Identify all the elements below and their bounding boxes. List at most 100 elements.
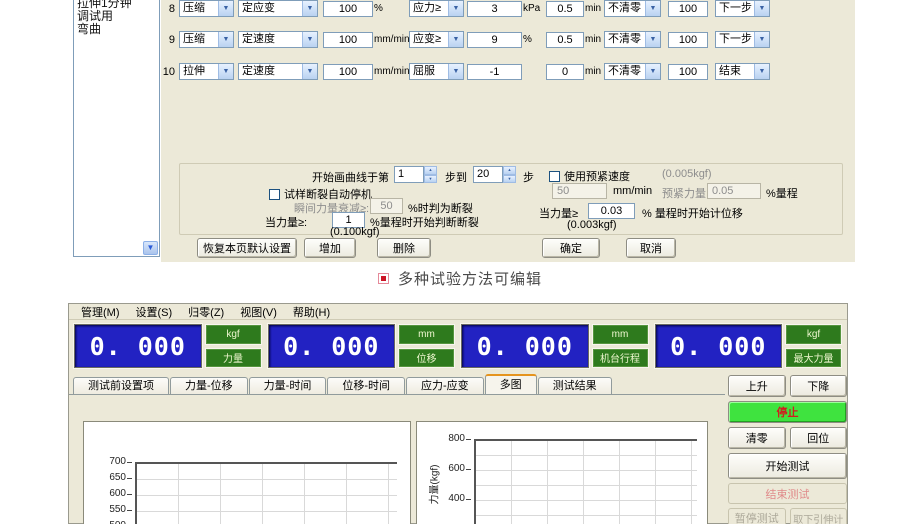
hold-time-input[interactable]: 0.5 [546, 1, 584, 17]
chart-panel-right: 力量(kgf) 800 600 400 [416, 421, 708, 524]
up-button[interactable]: 上升 [728, 375, 786, 397]
next-step-dropdown[interactable]: 结束▼ [715, 63, 770, 80]
control-dropdown[interactable]: 定速度▼ [238, 31, 318, 48]
hold-time-input[interactable]: 0 [546, 64, 584, 80]
scroll-down-arrow-icon[interactable]: ▼ [143, 241, 158, 255]
lcd-display: 0. 000 [655, 324, 783, 368]
chevron-down-icon: ▼ [302, 64, 317, 79]
range-input[interactable]: 100 [668, 32, 708, 48]
display-force: 0. 000 kgf 力量 [74, 324, 262, 368]
hold-unit-label: min [584, 3, 604, 14]
plot-area [135, 462, 397, 524]
tab-force-time[interactable]: 力量-时间 [249, 377, 327, 394]
tab-stress-strain[interactable]: 应力-应变 [406, 377, 484, 394]
clear-dropdown[interactable]: 不清零▼ [604, 31, 661, 48]
preload-force-unit-label: %量程 [766, 185, 798, 201]
menu-item-manage[interactable]: 管理(M) [73, 304, 128, 320]
unit-badge: kgf [785, 324, 842, 345]
method-listbox[interactable]: 拉伸1分钟 调试用 弯曲 ▼ [73, 0, 160, 257]
curve-from-spinner[interactable]: 1 ▲▼ [394, 166, 437, 183]
hold-unit-label: min [584, 66, 604, 77]
condition-dropdown[interactable]: 应力≥▼ [409, 0, 464, 17]
lcd-display: 0. 000 [461, 324, 589, 368]
page: 拉伸1分钟 调试用 弯曲 ▼ 8 压缩▼ 定应变▼ 100 % 应力≥▼ 3 k… [0, 0, 920, 524]
restore-defaults-button[interactable]: 恢复本页默认设置 [197, 238, 297, 258]
disp-start-input[interactable]: 0.03 [588, 203, 635, 219]
condition-dropdown[interactable]: 屈服▼ [409, 63, 464, 80]
options-groupbox: 开始画曲线于第 1 ▲▼ 步到 20 ▲▼ 步 试样断裂自动停机 瞬间力量衰减≥… [179, 163, 843, 235]
condition-value-input[interactable]: 9 [467, 32, 522, 48]
speed-input[interactable]: 100 [323, 64, 373, 80]
hold-time-input[interactable]: 0.5 [546, 32, 584, 48]
preload-force-input[interactable]: 0.05 [707, 183, 761, 199]
spinner-arrows-icon[interactable]: ▲▼ [424, 166, 437, 183]
ok-button[interactable]: 确定 [542, 238, 600, 258]
speed-input[interactable]: 100 [323, 32, 373, 48]
condition-value-input[interactable]: 3 [467, 1, 522, 17]
disp-start-suffix-label: % 量程时开始计位移 [642, 205, 743, 221]
condition-dropdown[interactable]: 应变≥▼ [409, 31, 464, 48]
display-max-force: 0. 000 kgf 最大力量 [655, 324, 843, 368]
zero-button[interactable]: 清零 [728, 427, 786, 449]
menu-item-settings[interactable]: 设置(S) [128, 304, 181, 320]
tab-test-results[interactable]: 测试结果 [538, 377, 612, 394]
cancel-button[interactable]: 取消 [626, 238, 676, 258]
display-row: 0. 000 kgf 力量 0. 000 mm 位移 0. 000 mm 机台行… [69, 320, 847, 371]
next-step-dropdown[interactable]: 下一步▼ [715, 31, 770, 48]
curve-step-label: 步 [523, 169, 534, 185]
label-badge: 位移 [398, 348, 455, 369]
preload-note: (0.005kgf) [662, 168, 712, 180]
curve-to-spinner[interactable]: 20 ▲▼ [473, 166, 516, 183]
monitor-window: 管理(M) 设置(S) 归零(Z) 视图(V) 帮助(H) 0. 000 kgf… [68, 303, 848, 524]
chevron-down-icon: ▼ [754, 64, 769, 79]
delete-button[interactable]: 删除 [377, 238, 431, 258]
stop-button[interactable]: 停止 [728, 401, 847, 423]
chevron-down-icon: ▼ [448, 64, 463, 79]
speed-unit-label: mm/min [373, 34, 409, 45]
menu-item-view[interactable]: 视图(V) [232, 304, 285, 320]
menu-item-zero[interactable]: 归零(Z) [180, 304, 232, 320]
pause-test-button[interactable]: 暂停测试 [728, 508, 786, 524]
add-button[interactable]: 增加 [304, 238, 356, 258]
chevron-down-icon: ▼ [218, 32, 233, 47]
chevron-down-icon: ▼ [302, 1, 317, 16]
decay-input[interactable]: 50 [370, 198, 403, 214]
start-test-button[interactable]: 开始测试 [728, 453, 847, 479]
tab-multi-chart[interactable]: 多图 [485, 374, 537, 394]
remove-extensometer-button[interactable]: 取下引伸计 [790, 508, 848, 524]
control-dropdown[interactable]: 定应变▼ [238, 0, 318, 17]
list-item[interactable]: 弯曲 [74, 23, 159, 36]
checkbox-icon[interactable] [549, 171, 560, 182]
condition-value-input[interactable]: -1 [467, 64, 522, 80]
mode-dropdown[interactable]: 压缩▼ [179, 31, 234, 48]
disp-start-note: (0.003kgf) [567, 219, 617, 231]
lcd-display: 0. 000 [268, 324, 396, 368]
tab-displacement-time[interactable]: 位移-时间 [327, 377, 405, 394]
range-input[interactable]: 100 [668, 64, 708, 80]
chevron-down-icon: ▼ [645, 1, 660, 16]
unit-badge: mm [592, 324, 649, 345]
caption-row: 多种试验方法可编辑 [0, 268, 920, 289]
chevron-down-icon: ▼ [645, 32, 660, 47]
chevron-down-icon: ▼ [448, 32, 463, 47]
tab-force-displacement[interactable]: 力量-位移 [170, 377, 248, 394]
end-test-button[interactable]: 结束测试 [728, 483, 847, 504]
spinner-arrows-icon[interactable]: ▲▼ [503, 166, 516, 183]
clear-dropdown[interactable]: 不清零▼ [604, 63, 661, 80]
preload-checkbox[interactable]: 使用预紧速度 [549, 168, 630, 184]
down-button[interactable]: 下降 [790, 375, 848, 397]
display-displacement: 0. 000 mm 位移 [268, 324, 456, 368]
mode-dropdown[interactable]: 压缩▼ [179, 0, 234, 17]
checkbox-icon[interactable] [269, 189, 280, 200]
speed-input[interactable]: 100 [323, 1, 373, 17]
preload-speed-input[interactable]: 50 [552, 183, 607, 199]
next-step-dropdown[interactable]: 下一步▼ [715, 0, 770, 17]
range-input[interactable]: 100 [668, 1, 708, 17]
return-button[interactable]: 回位 [790, 427, 848, 449]
menu-item-help[interactable]: 帮助(H) [285, 304, 338, 320]
tab-pretest-settings[interactable]: 测试前设置项 [73, 377, 169, 394]
chevron-down-icon: ▼ [754, 32, 769, 47]
mode-dropdown[interactable]: 拉伸▼ [179, 63, 234, 80]
control-dropdown[interactable]: 定速度▼ [238, 63, 318, 80]
clear-dropdown[interactable]: 不清零▼ [604, 0, 661, 17]
